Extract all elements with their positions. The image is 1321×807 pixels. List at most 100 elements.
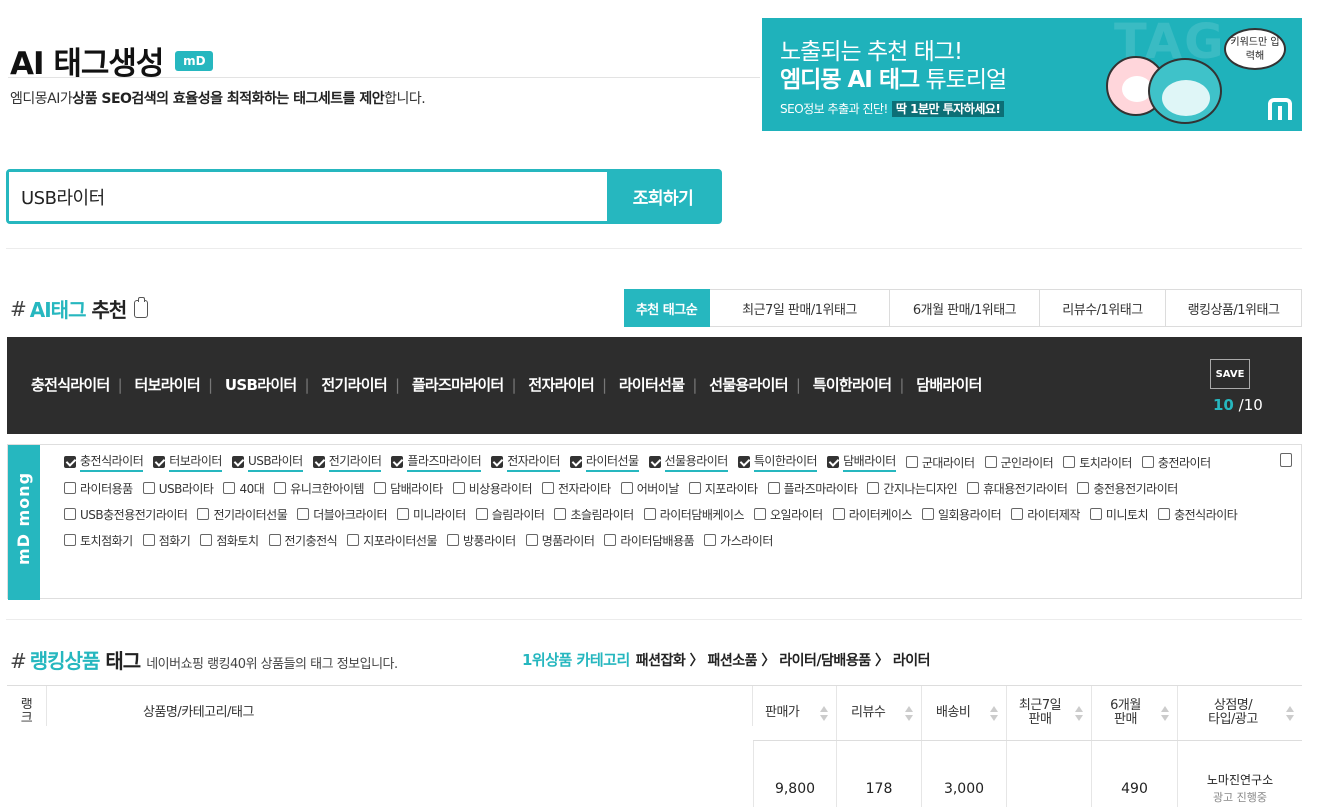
- search-button[interactable]: 조회하기: [607, 172, 719, 221]
- tutorial-banner[interactable]: TAG 노출되는 추천 태그! 엠디몽 AI 태그 튜토리얼 SEO정보 추출과…: [762, 18, 1302, 131]
- tag-checkbox[interactable]: 휴대용전기라이터: [967, 478, 1068, 498]
- table-row[interactable]: 9,800 178 3,000 490 노마진연구소 광고 진행중: [7, 741, 1302, 807]
- col-price[interactable]: 판매가: [753, 686, 837, 740]
- tag-checkbox[interactable]: 선물용라이터: [648, 452, 728, 472]
- tag-checkbox[interactable]: 특이한라이터: [737, 452, 818, 472]
- tag-checkbox[interactable]: 라이터케이스: [832, 504, 912, 524]
- checkbox-checked-icon[interactable]: [737, 456, 750, 468]
- tag-checkbox[interactable]: 플라즈마라이타: [767, 478, 858, 498]
- checkbox-empty-icon[interactable]: [446, 534, 459, 546]
- checkbox-checked-icon[interactable]: [827, 456, 840, 468]
- checkbox-checked-icon[interactable]: [391, 456, 404, 468]
- tag-checkbox[interactable]: 초슬림라이터: [554, 504, 634, 524]
- tag-checkbox[interactable]: 지포라이타: [688, 478, 758, 498]
- checkbox-empty-icon[interactable]: [832, 508, 845, 520]
- tag-checkbox[interactable]: 충전라이터: [1141, 452, 1211, 472]
- tag-checkbox[interactable]: 어버이날: [620, 478, 679, 498]
- tag-checkbox[interactable]: 방풍라이터: [446, 530, 516, 550]
- col-sales7[interactable]: 최근7일 판매: [1007, 686, 1092, 740]
- tag-checkbox[interactable]: 라이터담배케이스: [643, 504, 745, 524]
- tag-checkbox[interactable]: 충전용전기라이터: [1077, 478, 1178, 498]
- checkbox-empty-icon[interactable]: [1011, 508, 1024, 520]
- checkbox-empty-icon[interactable]: [620, 482, 633, 494]
- copy-icon[interactable]: [1280, 453, 1292, 467]
- checkbox-empty-icon[interactable]: [767, 482, 780, 494]
- checkbox-empty-icon[interactable]: [525, 534, 538, 546]
- checkbox-empty-icon[interactable]: [704, 534, 717, 546]
- tab-ranking[interactable]: 랭킹상품/1위태그: [1166, 289, 1302, 327]
- col-reviews[interactable]: 리뷰수: [837, 686, 922, 740]
- tag-checkbox[interactable]: 오일라이터: [754, 504, 823, 524]
- checkbox-empty-icon[interactable]: [604, 534, 617, 546]
- checkbox-empty-icon[interactable]: [542, 482, 555, 494]
- tag-checkbox[interactable]: 간지나는디자인: [867, 478, 958, 498]
- tag-checkbox[interactable]: 전기라이터: [312, 452, 382, 472]
- tag-checkbox[interactable]: 40대: [223, 478, 265, 498]
- checkbox-empty-icon[interactable]: [452, 482, 465, 494]
- tag-checkbox[interactable]: USB라이타: [142, 478, 214, 498]
- tag-checkbox[interactable]: 전기충전식: [268, 530, 338, 550]
- tag-checkbox[interactable]: 비상용라이터: [452, 478, 533, 498]
- checkbox-empty-icon[interactable]: [1063, 456, 1076, 468]
- tag-checkbox[interactable]: 충전식라이터: [64, 452, 144, 472]
- tag-checkbox[interactable]: 슬림라이터: [475, 504, 545, 524]
- tag-checkbox[interactable]: 담배라이터: [827, 452, 896, 472]
- tab-6month-sales[interactable]: 6개월 판매/1위태그: [890, 289, 1040, 327]
- tag-checkbox[interactable]: 전자라이터: [491, 452, 560, 472]
- checkbox-empty-icon[interactable]: [475, 508, 488, 520]
- checkbox-empty-icon[interactable]: [197, 508, 210, 520]
- checkbox-empty-icon[interactable]: [142, 534, 155, 546]
- checkbox-empty-icon[interactable]: [64, 508, 76, 520]
- checkbox-empty-icon[interactable]: [297, 508, 310, 520]
- checkbox-empty-icon[interactable]: [268, 534, 281, 546]
- tag-checkbox[interactable]: 충전식라이타: [1158, 504, 1238, 524]
- checkbox-empty-icon[interactable]: [867, 482, 880, 494]
- checkbox-empty-icon[interactable]: [688, 482, 701, 494]
- tag-checkbox[interactable]: 점화기: [142, 530, 191, 550]
- tag-checkbox[interactable]: 미니라이터: [397, 504, 466, 524]
- save-button[interactable]: SAVE: [1210, 355, 1257, 389]
- checkbox-empty-icon[interactable]: [1141, 456, 1154, 468]
- checkbox-checked-icon[interactable]: [491, 456, 504, 468]
- tag-checkbox[interactable]: 전기라이터선물: [197, 504, 288, 524]
- checkbox-empty-icon[interactable]: [142, 482, 155, 494]
- checkbox-checked-icon[interactable]: [648, 456, 661, 468]
- tag-checkbox[interactable]: 라이터제작: [1011, 504, 1080, 524]
- checkbox-empty-icon[interactable]: [905, 456, 918, 468]
- tab-recent7-sales[interactable]: 최근7일 판매/1위태그: [710, 289, 890, 327]
- shop-name[interactable]: 노마진연구소: [1207, 772, 1273, 789]
- checkbox-checked-icon[interactable]: [312, 456, 325, 468]
- checkbox-empty-icon[interactable]: [1089, 508, 1102, 520]
- tag-checkbox[interactable]: 더블아크라이터: [297, 504, 388, 524]
- checkbox-empty-icon[interactable]: [984, 456, 997, 468]
- checkbox-empty-icon[interactable]: [754, 508, 767, 520]
- checkbox-empty-icon[interactable]: [374, 482, 387, 494]
- col-sales6[interactable]: 6개월 판매: [1092, 686, 1178, 740]
- checkbox-empty-icon[interactable]: [64, 534, 76, 546]
- checkbox-empty-icon[interactable]: [1077, 482, 1090, 494]
- tag-checkbox[interactable]: 군대라이터: [905, 452, 975, 472]
- tag-checkbox[interactable]: 라이터용품: [64, 478, 133, 498]
- checkbox-empty-icon[interactable]: [64, 482, 76, 494]
- tab-reviews[interactable]: 리뷰수/1위태그: [1040, 289, 1166, 327]
- tag-checkbox[interactable]: 미니토치: [1089, 504, 1149, 524]
- tag-checkbox[interactable]: 토치점화기: [64, 530, 133, 550]
- tag-checkbox[interactable]: 전자라이타: [542, 478, 611, 498]
- tag-checkbox[interactable]: 담배라이타: [374, 478, 443, 498]
- checkbox-checked-icon[interactable]: [64, 456, 76, 468]
- checkbox-empty-icon[interactable]: [347, 534, 360, 546]
- tag-checkbox[interactable]: USB라이터: [231, 452, 303, 472]
- checkbox-empty-icon[interactable]: [223, 482, 236, 494]
- clipboard-icon[interactable]: [134, 296, 149, 318]
- tag-checkbox[interactable]: 라이터선물: [569, 452, 639, 472]
- tag-checkbox[interactable]: USB충전용전기라이터: [64, 504, 188, 524]
- checkbox-empty-icon[interactable]: [274, 482, 287, 494]
- checkbox-checked-icon[interactable]: [231, 456, 244, 468]
- tag-checkbox[interactable]: 플라즈마라이터: [391, 452, 482, 472]
- sort-icon[interactable]: [820, 706, 828, 722]
- sort-icon[interactable]: [1075, 706, 1083, 722]
- sort-icon[interactable]: [905, 706, 913, 722]
- tag-checkbox[interactable]: 터보라이터: [153, 452, 222, 472]
- sort-icon[interactable]: [1286, 706, 1294, 722]
- tag-checkbox[interactable]: 점화토치: [200, 530, 259, 550]
